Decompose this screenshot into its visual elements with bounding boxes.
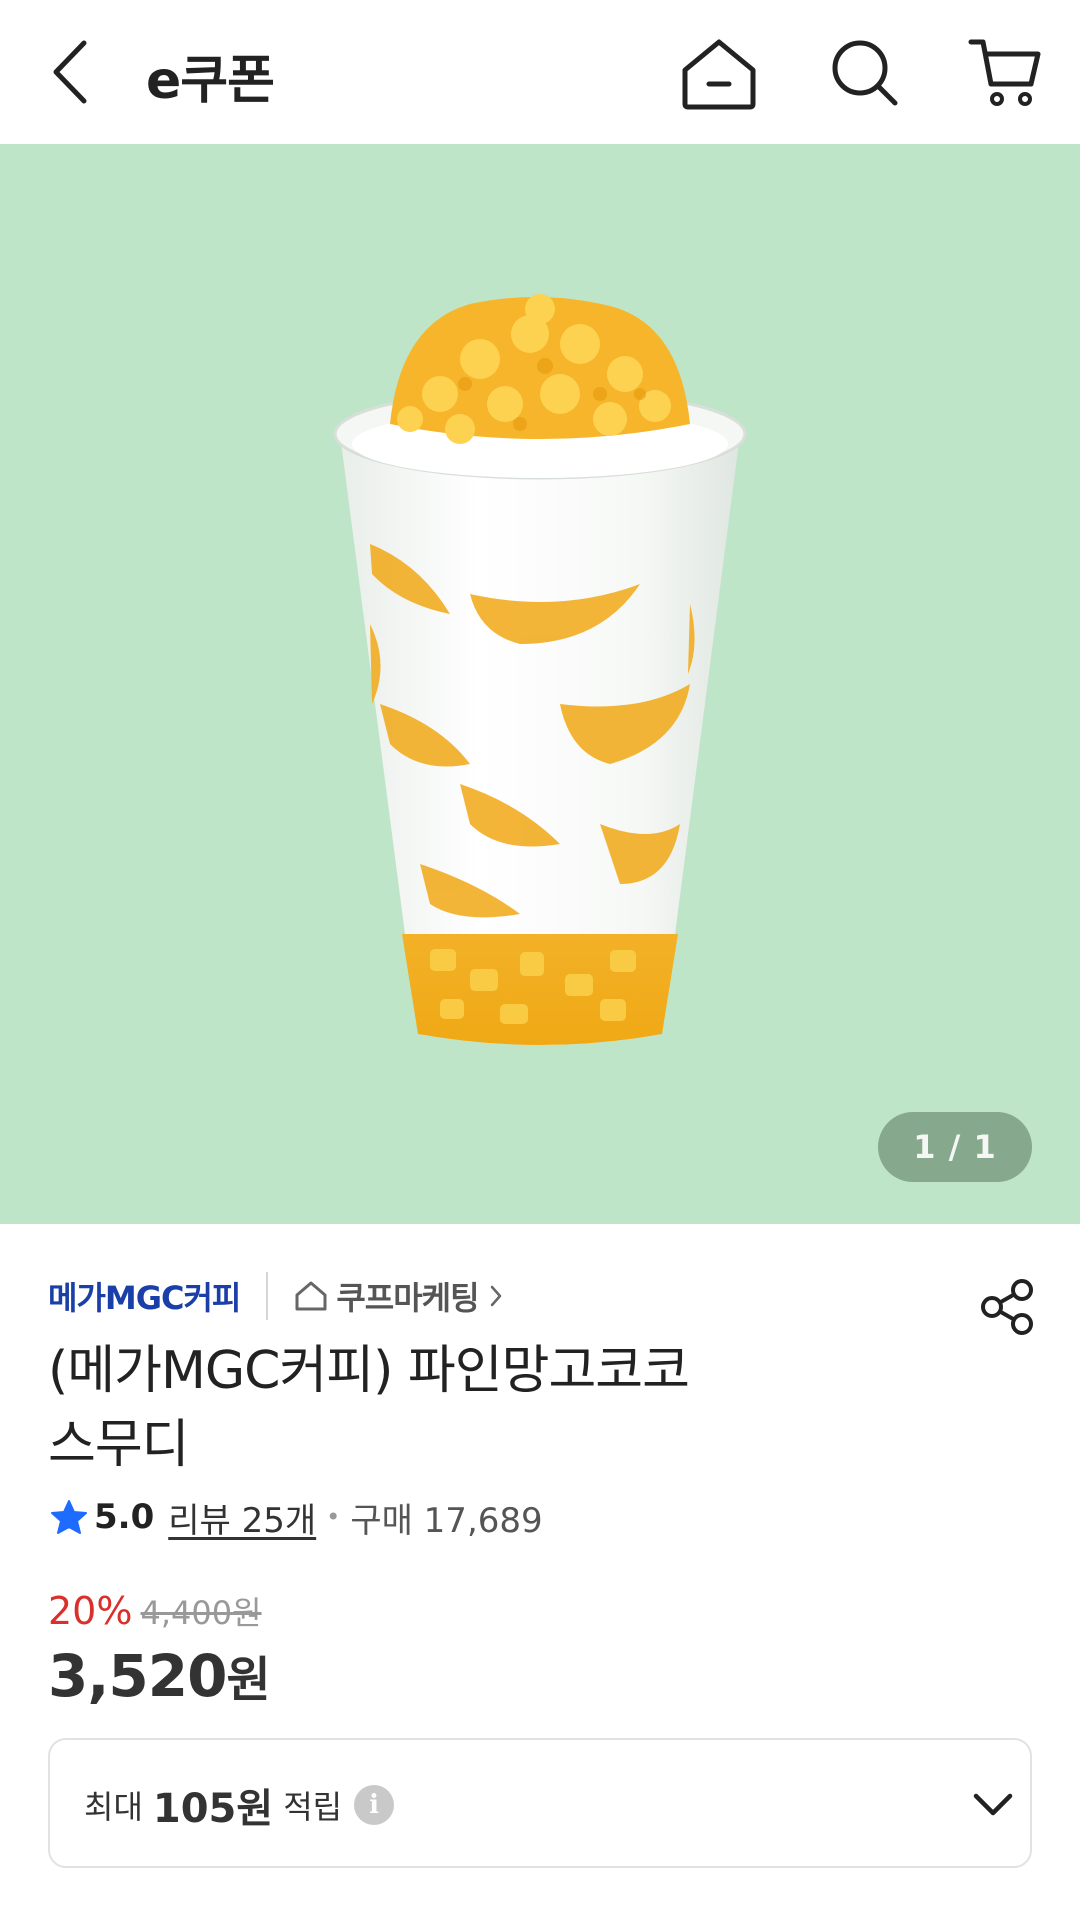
chevron-down-icon	[973, 1793, 1013, 1816]
points-amount: 105원	[152, 1786, 274, 1832]
points-suffix: 적립	[283, 1788, 343, 1826]
chevron-right-icon	[490, 1285, 501, 1307]
product-image	[333, 294, 747, 1045]
top-app-bar: e쿠폰	[0, 0, 1080, 144]
star-icon	[51, 1500, 87, 1534]
product-title-line1: (메가MGC커피) 파인망고코코	[48, 1341, 690, 1401]
purchase-count: 구매 17,689	[350, 1500, 543, 1541]
discount-rate: 20%	[48, 1589, 133, 1633]
back-button[interactable]	[40, 32, 100, 112]
store-icon	[295, 1281, 327, 1311]
product-image-carousel[interactable]: 1 / 1	[0, 144, 1080, 1224]
page-title: e쿠폰	[146, 51, 275, 111]
rating-value: 5.0	[94, 1497, 155, 1537]
sale-price-unit: 원	[226, 1652, 270, 1708]
brand-link[interactable]: 메가MGC커피	[48, 1273, 241, 1319]
brand-store-row: 메가MGC커피 쿠프마케팅	[48, 1268, 503, 1324]
separator-dot: •	[326, 1503, 341, 1531]
share-icon	[981, 1279, 1033, 1335]
points-accordion[interactable]: 최대 105원 적립 i	[48, 1738, 1032, 1868]
cart-button[interactable]	[960, 28, 1050, 118]
rating-row: 5.0 리뷰 25개 • 구매 17,689	[50, 1492, 543, 1542]
points-summary: 최대 105원 적립 i	[84, 1776, 395, 1834]
review-count-link[interactable]: 리뷰 25개	[168, 1493, 316, 1542]
discount-row: 20% 4,400원	[48, 1588, 262, 1634]
chevron-left-icon	[53, 40, 87, 104]
search-button[interactable]	[820, 28, 910, 118]
search-icon	[832, 40, 898, 106]
image-pager-indicator: 1 / 1	[878, 1112, 1032, 1182]
info-icon[interactable]: i	[354, 1785, 395, 1825]
home-icon	[682, 39, 756, 110]
store-name: 쿠프마케팅	[336, 1279, 479, 1317]
sale-price: 3,520원	[48, 1640, 271, 1710]
share-button[interactable]	[976, 1276, 1038, 1338]
sale-price-amount: 3,520	[48, 1642, 227, 1710]
product-title: (메가MGC커피) 파인망고코코 스무디	[48, 1334, 828, 1482]
cart-icon	[968, 39, 1041, 106]
home-button[interactable]	[674, 28, 764, 118]
divider	[266, 1272, 269, 1320]
store-link[interactable]: 쿠프마케팅	[294, 1273, 502, 1319]
product-title-line2: 스무디	[48, 1415, 190, 1475]
points-prefix: 최대	[84, 1788, 143, 1826]
original-price: 4,400원	[140, 1594, 262, 1632]
